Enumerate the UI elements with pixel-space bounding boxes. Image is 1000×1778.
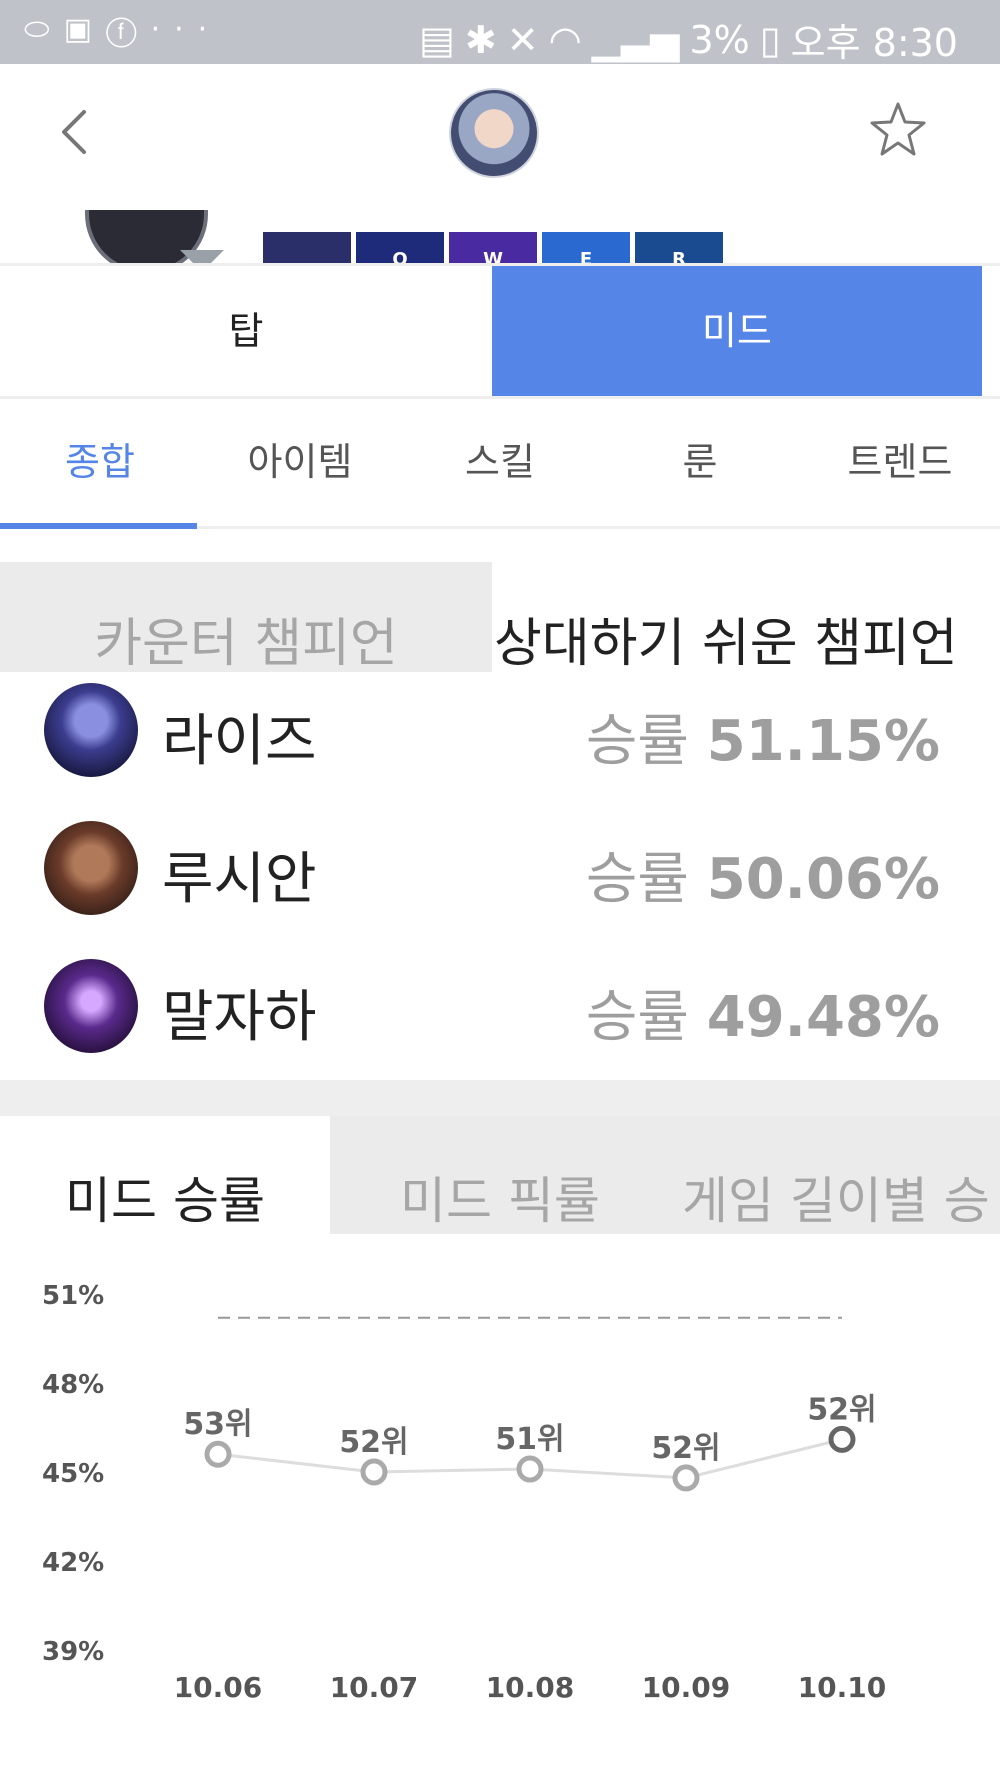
y-tick-label: 42% bbox=[42, 1548, 104, 1578]
sub-tabs: 종합 아이템 스킬 룬 트렌드 bbox=[0, 398, 1000, 529]
mute-icon: ✕ bbox=[506, 17, 539, 62]
tab-runes[interactable]: 룬 bbox=[600, 398, 800, 526]
image-icon: ▣ bbox=[63, 12, 106, 47]
position-tabs: 탑 미드 bbox=[0, 263, 1000, 399]
winrate-trend-chart: 51% 48% 45% 42% 39% 53위 10.06 52위 10.07 51위 10.08 5… bbox=[42, 1281, 887, 1704]
champion-avatar bbox=[44, 821, 138, 915]
battery-icon: ▯ bbox=[759, 17, 781, 62]
x-tick-label: 10.10 bbox=[798, 1671, 887, 1704]
data-point bbox=[360, 1458, 388, 1486]
skill-r-icon[interactable]: R bbox=[635, 232, 723, 264]
list-item[interactable]: 루시안 승률 50.06% bbox=[0, 814, 1000, 952]
skill-q-icon[interactable]: Q bbox=[356, 232, 444, 264]
y-tick-label: 51% bbox=[42, 1281, 104, 1311]
champion-avatar bbox=[449, 88, 539, 178]
battery-percent: 3% bbox=[689, 17, 750, 62]
pill-icon: ⬭ bbox=[24, 12, 64, 47]
tab-counter-champions[interactable]: 카운터 챔피언 bbox=[0, 562, 492, 672]
favorite-star-icon[interactable] bbox=[868, 100, 928, 160]
list-item[interactable]: 라이즈 승률 51.15% bbox=[0, 676, 1000, 814]
skill-e-icon[interactable]: E bbox=[542, 232, 630, 264]
sim-icon: ▤ bbox=[419, 17, 455, 62]
y-tick-label: 45% bbox=[42, 1459, 104, 1489]
status-right: ▤ ✱ ✕ ◠ ▁▃▅ 3% ▯ 오후 8:30 bbox=[419, 12, 958, 67]
data-point bbox=[204, 1440, 232, 1468]
y-tick-label: 39% bbox=[42, 1637, 104, 1667]
champion-name: 말자하 bbox=[162, 985, 317, 1050]
data-point bbox=[516, 1455, 544, 1483]
matchup-tabs: 카운터 챔피언 상대하기 쉬운 챔피언 bbox=[0, 562, 1000, 674]
tab-trend[interactable]: 트렌드 bbox=[800, 398, 1000, 526]
data-label: 52위 bbox=[339, 1425, 408, 1460]
data-point bbox=[828, 1425, 856, 1453]
skill-icons: Q W E R bbox=[263, 232, 723, 264]
clock: 오후 8:30 bbox=[790, 21, 958, 65]
skill-w-icon[interactable]: W bbox=[449, 232, 537, 264]
win-rate: 승률 50.06% bbox=[585, 847, 940, 912]
signal-icon: ▁▃▅ bbox=[591, 17, 680, 62]
bluetooth-icon: ✱ bbox=[464, 17, 497, 62]
champion-avatar bbox=[44, 959, 138, 1053]
champion-header: Q W E R bbox=[0, 64, 1000, 264]
win-rate: 승률 49.48% bbox=[585, 985, 940, 1050]
x-tick-label: 10.06 bbox=[174, 1671, 263, 1704]
tab-mid-winrate[interactable]: 미드 승률 bbox=[0, 1116, 330, 1234]
data-point bbox=[672, 1464, 700, 1492]
more-icon: ··· bbox=[150, 12, 222, 47]
x-tick-label: 10.07 bbox=[330, 1671, 419, 1704]
y-tick-label: 48% bbox=[42, 1370, 104, 1400]
win-rate: 승률 51.15% bbox=[585, 709, 940, 774]
section-divider bbox=[0, 1080, 1000, 1116]
tab-items[interactable]: 아이템 bbox=[200, 398, 400, 526]
dropdown-triangle-icon bbox=[180, 250, 224, 264]
champion-avatar bbox=[44, 683, 138, 777]
tab-top[interactable]: 탑 bbox=[0, 266, 492, 396]
back-arrow-icon[interactable] bbox=[50, 104, 106, 160]
data-label: 51위 bbox=[495, 1422, 564, 1457]
data-label: 52위 bbox=[807, 1392, 876, 1427]
x-tick-label: 10.09 bbox=[642, 1671, 731, 1704]
tab-overview[interactable]: 종합 bbox=[0, 398, 200, 529]
list-item[interactable]: 말자하 승률 49.48% bbox=[0, 952, 1000, 1090]
facebook-icon: ⓕ bbox=[105, 12, 151, 47]
status-left-icons: ⬭▣ⓕ··· bbox=[24, 12, 221, 47]
data-label: 53위 bbox=[183, 1407, 252, 1442]
champion-name: 라이즈 bbox=[162, 709, 317, 774]
tab-skills[interactable]: 스킬 bbox=[400, 398, 600, 526]
x-tick-label: 10.08 bbox=[486, 1671, 575, 1704]
matchup-list: 라이즈 승률 51.15% 루시안 승률 50.06% 말자하 승률 49.48… bbox=[0, 676, 1000, 1090]
tab-easy-champions[interactable]: 상대하기 쉬운 챔피언 bbox=[494, 562, 1000, 674]
status-bar: ⬭▣ⓕ··· ▤ ✱ ✕ ◠ ▁▃▅ 3% ▯ 오후 8:30 bbox=[0, 0, 1000, 67]
wifi-icon: ◠ bbox=[548, 17, 582, 62]
champion-name: 루시안 bbox=[162, 847, 317, 912]
passive-skill-icon[interactable] bbox=[263, 232, 351, 264]
data-label: 52위 bbox=[651, 1431, 720, 1466]
tab-mid[interactable]: 미드 bbox=[492, 266, 982, 396]
stat-tabs: 미드 승률 미드 픽률 게임 길이별 승 bbox=[0, 1116, 1000, 1234]
